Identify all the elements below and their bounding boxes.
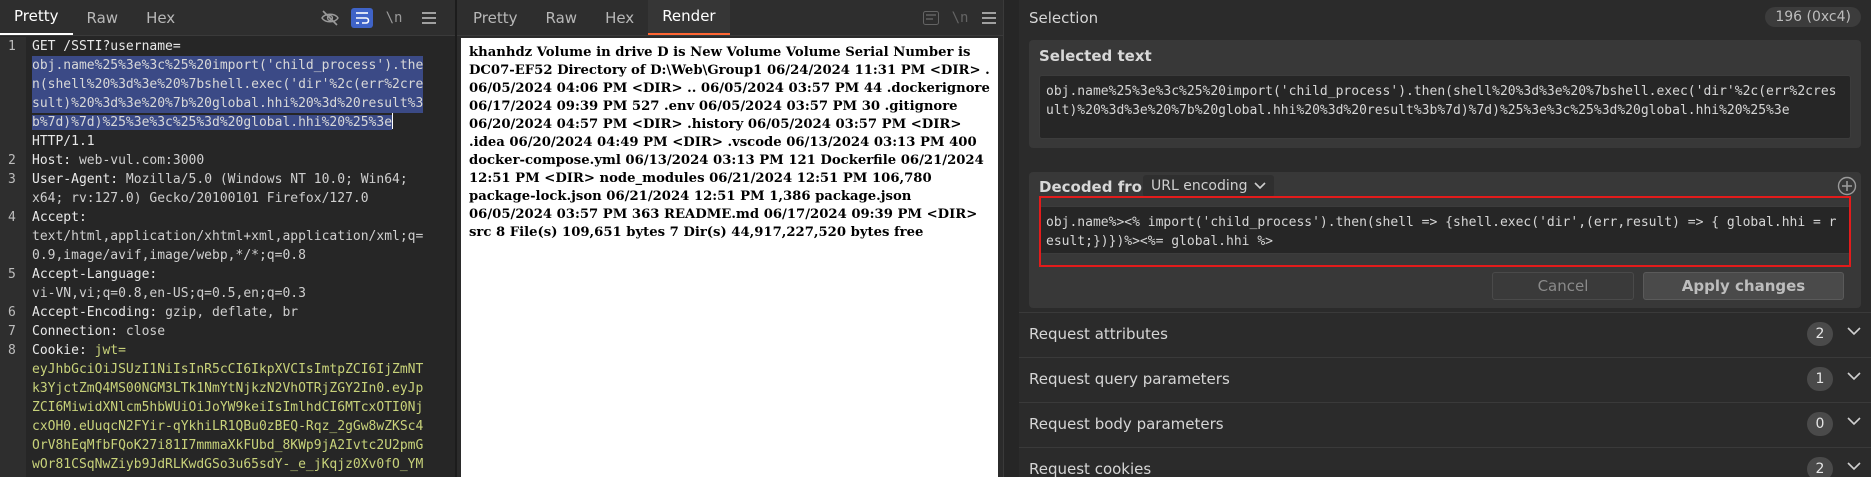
- cookie-value: wOr81CSqNwZiyb9JdRLKwdGSo3u65sdY-_e_jKqj…: [32, 457, 424, 472]
- request-toolbar: Pretty Raw Hex \n: [0, 0, 455, 36]
- rendered-output-text: khanhdz Volume in drive D is New Volume …: [469, 45, 990, 240]
- line-number: 1: [0, 37, 24, 56]
- burp-editor-window: Pretty Raw Hex \n 1 2 3 4 5 6 7 8 GET /S…: [0, 0, 1871, 477]
- selected-text-label: Selected text: [1039, 47, 1152, 65]
- header-name: User-Agent:: [32, 172, 126, 187]
- menu-icon[interactable]: [418, 8, 440, 28]
- rendered-response: khanhdz Volume in drive D is New Volume …: [461, 38, 998, 477]
- header-name: Accept-Language:: [32, 267, 158, 282]
- cancel-button[interactable]: Cancel: [1492, 272, 1634, 300]
- chevron-down-icon: [1253, 178, 1266, 194]
- selected-payload-line: obj.name%25%3e%3c%25%20import('child_pro…: [32, 56, 424, 75]
- header-value: gzip, deflate, br: [165, 305, 299, 320]
- inspector-splitter[interactable]: [1003, 0, 1019, 477]
- header-value: x64; rv:127.0) Gecko/20100101 Firefox/12…: [32, 191, 369, 206]
- header-name: Accept-Encoding:: [32, 305, 166, 320]
- http-version: HTTP/1.1: [32, 134, 95, 149]
- selected-text-field[interactable]: obj.name%25%3e%3c%25%20import('child_pro…: [1039, 75, 1851, 139]
- section-count: 1: [1807, 367, 1833, 391]
- line-number: 7: [0, 322, 24, 341]
- inspector-panel: Selection 196 (0xc4) Selected text obj.n…: [1019, 0, 1871, 477]
- selection-count-badge: 196 (0xc4): [1765, 7, 1861, 27]
- header-value: Mozilla/5.0 (Windows NT 10.0; Win64;: [125, 172, 408, 187]
- tab-raw[interactable]: Raw: [532, 0, 592, 35]
- cookie-name: jwt=: [94, 343, 126, 358]
- response-pane: Pretty Raw Hex Render \n khanhdz Volume …: [457, 0, 1003, 477]
- section-label: Request query parameters: [1029, 370, 1230, 388]
- inspector-header: Selection 196 (0xc4): [1019, 0, 1871, 36]
- line-number: 4: [0, 208, 24, 227]
- chevron-down-icon: [1847, 324, 1861, 340]
- section-label: Request body parameters: [1029, 415, 1224, 433]
- text-caret: [392, 113, 394, 129]
- section-label: Request cookies: [1029, 460, 1152, 477]
- wrap-icon[interactable]: [920, 8, 942, 28]
- request-line: GET /SSTI?username=: [32, 39, 181, 54]
- header-value: vi-VN,vi;q=0.8,en-US;q=0.5,en;q=0.3: [32, 286, 306, 301]
- line-number: 6: [0, 303, 24, 322]
- header-name: Host:: [32, 153, 79, 168]
- chevron-down-icon: [1847, 459, 1861, 475]
- header-name: Accept:: [32, 210, 87, 225]
- selected-payload-line: n(shell%20%3d%3e%20%7bshell.exec('dir'%2…: [32, 75, 424, 94]
- selected-text-section: Selected text obj.name%25%3e%3c%25%20imp…: [1029, 40, 1861, 148]
- inspector-title: Selection: [1029, 9, 1099, 27]
- apply-changes-button[interactable]: Apply changes: [1643, 272, 1844, 300]
- tab-raw[interactable]: Raw: [73, 0, 133, 35]
- section-count: 2: [1807, 457, 1833, 477]
- header-value: close: [125, 324, 166, 339]
- eye-slash-icon[interactable]: [319, 8, 341, 28]
- encoding-dropdown[interactable]: URL encoding: [1143, 175, 1274, 197]
- section-request-body-parameters[interactable]: Request body parameters 0: [1019, 402, 1871, 446]
- line-number: 2: [0, 151, 24, 170]
- section-count: 0: [1807, 412, 1833, 436]
- tab-hex[interactable]: Hex: [591, 0, 648, 35]
- chevron-down-icon: [1847, 414, 1861, 430]
- wrap-icon[interactable]: [351, 8, 373, 28]
- tab-hex[interactable]: Hex: [132, 0, 189, 35]
- line-number: 5: [0, 265, 24, 284]
- header-name: Connection:: [32, 324, 126, 339]
- selected-payload-line: b%7d)%7d)%25%3e%3c%25%3d%20global.hhi%20…: [32, 115, 393, 130]
- cookie-value: cxOH0.eUuqcN2FYir-qYkhiLR1QBu0zBEQ-Rqz_2…: [32, 419, 424, 434]
- menu-icon[interactable]: [978, 8, 1000, 28]
- section-request-query-parameters[interactable]: Request query parameters 1: [1019, 357, 1871, 401]
- cookie-value: eyJhbGciOiJSUzI1NiIsInR5cCI6IkpXVCIsImtp…: [32, 362, 424, 377]
- tab-pretty[interactable]: Pretty: [0, 0, 73, 35]
- newline-icon[interactable]: \n: [383, 8, 405, 28]
- line-number: 8: [0, 341, 24, 360]
- header-value: text/html,application/xhtml+xml,applicat…: [32, 229, 424, 244]
- encoding-dropdown-value: URL encoding: [1151, 178, 1248, 194]
- section-request-attributes[interactable]: Request attributes 2: [1019, 312, 1871, 356]
- newline-icon[interactable]: \n: [949, 8, 971, 28]
- highlight-box: [1039, 196, 1851, 267]
- cookie-value: ZCI6MiwidXNlcm5hbWUiOiJoYW9keiIsImlhdCI6…: [32, 400, 424, 415]
- header-value: 0.9,image/avif,image/webp,*/*;q=0.8: [32, 248, 306, 263]
- section-label: Request attributes: [1029, 325, 1168, 343]
- response-toolbar: Pretty Raw Hex Render \n: [457, 0, 1003, 36]
- section-count: 2: [1807, 322, 1833, 346]
- section-request-cookies[interactable]: Request cookies 2: [1019, 447, 1871, 477]
- cookie-value: k3YjctZmQ4MS00NGM3LTk1NmYtNjkzN2VhOTRjZG…: [32, 381, 424, 396]
- line-gutter: [0, 37, 26, 477]
- chevron-down-icon: [1847, 369, 1861, 385]
- line-number: 3: [0, 170, 24, 189]
- selected-payload-line: sult)%20%3d%3e%20%7b%20global.hhi%20%3d%…: [32, 94, 424, 113]
- tab-pretty[interactable]: Pretty: [459, 0, 532, 35]
- header-value: web-vul.com:3000: [78, 153, 205, 168]
- request-pane: Pretty Raw Hex \n 1 2 3 4 5 6 7 8 GET /S…: [0, 0, 455, 477]
- tab-render[interactable]: Render: [648, 0, 730, 35]
- cookie-value: OrV8hEqMfbFQoK27i81I7mmmaXkFUbd_8KWp9jA2…: [32, 438, 424, 453]
- header-name: Cookie:: [32, 343, 95, 358]
